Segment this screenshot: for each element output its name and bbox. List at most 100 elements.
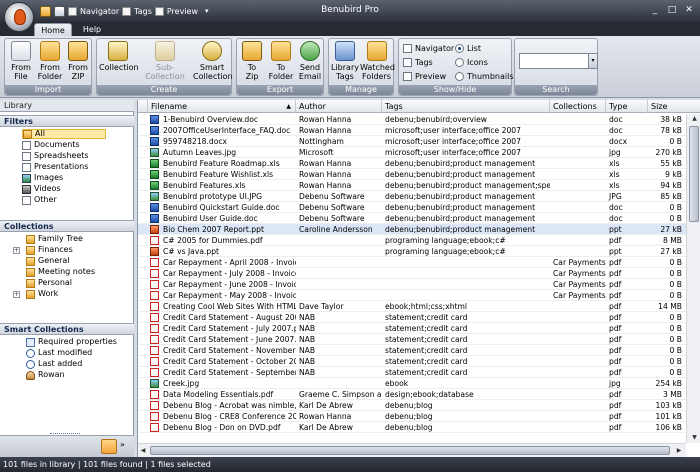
collection-folder-icon <box>26 278 35 288</box>
smart-last-modified[interactable]: Last modified <box>26 348 92 358</box>
close-button[interactable]: ✕ <box>682 4 696 17</box>
table-row[interactable]: Debenu Blog - Don on DVD.pdf Karl De Abre… <box>138 422 686 433</box>
scroll-left-icon[interactable]: ◀ <box>138 446 148 456</box>
smart-collection-button[interactable]: Smart Collection <box>193 41 233 81</box>
header-checkbox-column[interactable] <box>138 100 148 113</box>
search-dropdown-icon[interactable]: ▾ <box>588 53 598 69</box>
smart-required-properties[interactable]: Required properties <box>26 337 117 347</box>
table-row[interactable]: Car Repayment - July 2008 - Invoice.pdf C… <box>138 268 686 279</box>
preview-checkbox[interactable] <box>403 72 412 81</box>
table-row[interactable]: Credit Card Statement - September 200...… <box>138 367 686 378</box>
library-tags-button[interactable]: Library Tags <box>331 41 359 81</box>
smart-collections-heading[interactable]: Smart Collections <box>0 323 134 335</box>
table-row[interactable]: Credit Card Statement - June 2007.pdf NAB… <box>138 334 686 345</box>
expand-finances-icon[interactable]: + <box>13 247 20 254</box>
table-row[interactable]: Debenu Blog - Acrobat was nimble, Acr...… <box>138 400 686 411</box>
collection-button[interactable]: Collection <box>99 41 139 72</box>
table-row[interactable]: C# vs Java.ppt programing language;ebook;… <box>138 246 686 257</box>
smart-last-added[interactable]: Last added <box>26 359 82 369</box>
collection-meeting-notes[interactable]: Meeting notes <box>26 267 95 277</box>
table-row[interactable]: Benubird Quickstart Guide.doc Debenu Soft… <box>138 202 686 213</box>
scroll-right-icon[interactable]: ▶ <box>674 446 684 456</box>
filter-videos[interactable]: Videos <box>22 184 61 194</box>
filters-heading[interactable]: Filters <box>0 115 134 127</box>
app-menu-orb[interactable] <box>4 2 34 32</box>
list-view-radio[interactable] <box>455 44 464 53</box>
column-filename[interactable]: Filename ▲ <box>148 100 296 113</box>
filter-presentations[interactable]: Presentations <box>22 162 88 172</box>
expand-work-icon[interactable]: + <box>13 291 20 298</box>
sub-collection-button[interactable]: Sub-Collection <box>138 41 192 81</box>
cell-collections <box>550 147 606 158</box>
table-row[interactable]: Credit Card Statement - July 2007.pdf NAB… <box>138 323 686 334</box>
filter-other[interactable]: Other <box>22 195 57 205</box>
from-file-button[interactable]: From File <box>8 41 34 81</box>
vertical-scrollbar[interactable]: ▲ ▼ <box>686 114 700 443</box>
collection-work[interactable]: Work <box>26 289 58 299</box>
table-row[interactable]: Car Repayment - April 2008 - Invoice.pdf… <box>138 257 686 268</box>
column-size[interactable]: Size <box>648 100 700 113</box>
filter-spreadsheets[interactable]: Spreadsheets <box>22 151 89 161</box>
to-folder-button[interactable]: To Folder <box>267 41 295 81</box>
collection-personal[interactable]: Personal <box>26 278 72 288</box>
table-row[interactable]: 2007OfficeUserInterface_FAQ.doc Rowan Han… <box>138 125 686 136</box>
column-tags[interactable]: Tags <box>382 100 550 113</box>
table-row[interactable]: Car Repayment - May 2008 - Invoice.pdf Ca… <box>138 290 686 301</box>
table-row[interactable]: Debenu Blog - CRE8 Conference 2008...Row… <box>138 411 686 422</box>
table-row[interactable]: Autumn Leaves.jpg Microsoft microsoft;user… <box>138 147 686 158</box>
column-author[interactable]: Author <box>296 100 382 113</box>
to-zip-button[interactable]: To Zip <box>240 41 264 81</box>
scroll-up-icon[interactable]: ▲ <box>687 114 700 124</box>
scroll-down-icon[interactable]: ▼ <box>687 433 700 443</box>
table-row[interactable]: 1-Benubird Overview.doc Rowan Hanna debenu… <box>138 114 686 125</box>
minimize-button[interactable]: _ <box>648 4 662 17</box>
column-type[interactable]: Type <box>606 100 648 113</box>
collections-heading[interactable]: Collections <box>0 220 134 232</box>
watched-folders-button[interactable]: Watched Folders <box>360 41 395 81</box>
tab-help[interactable]: Help <box>76 23 108 36</box>
horizontal-scrollbar[interactable]: ◀ ▶ <box>138 443 686 457</box>
smart-rowan[interactable]: Rowan <box>26 370 65 380</box>
table-row[interactable]: Credit Card Statement - November 200...N… <box>138 345 686 356</box>
collapse-pane-button[interactable] <box>101 439 117 454</box>
from-zip-button[interactable]: From ZIP <box>66 41 90 81</box>
pdf-file-icon <box>150 423 159 432</box>
pdf-file-icon <box>150 346 159 355</box>
icons-view-radio[interactable] <box>455 58 464 67</box>
table-row[interactable]: Benubird Features.xls Rowan Hanna debenu;b… <box>138 180 686 191</box>
search-input[interactable] <box>519 53 589 69</box>
cell-author: Debenu Software <box>299 192 365 201</box>
table-row[interactable]: Creek.jpg ebook jpg 254 kB <box>138 378 686 389</box>
chevron-right-icon[interactable]: » <box>120 440 125 449</box>
filter-images[interactable]: Images <box>22 173 63 183</box>
horizontal-scroll-thumb[interactable] <box>150 446 670 455</box>
table-row[interactable]: C# 2005 for Dummies.pdf programing langua… <box>138 235 686 246</box>
table-row[interactable]: Benubird User Guide.doc Debenu Software de… <box>138 213 686 224</box>
column-collections[interactable]: Collections <box>550 100 606 113</box>
table-row[interactable]: Benubird Feature Wishlist.xls Rowan Hanna… <box>138 169 686 180</box>
from-folder-button[interactable]: From Folder <box>36 41 64 81</box>
collection-general[interactable]: General <box>26 256 70 266</box>
table-row[interactable]: Car Repayment - June 2008 - Invoice.pdf C… <box>138 279 686 290</box>
table-row[interactable]: Bio Chem 2007 Report.ppt Caroline Anderss… <box>138 224 686 235</box>
table-row[interactable]: Credit Card Statement - August 2007.pdfN… <box>138 312 686 323</box>
splitter-grip[interactable] <box>50 433 80 436</box>
maximize-button[interactable]: □ <box>665 4 679 17</box>
collection-family-tree[interactable]: Family Tree <box>26 234 83 244</box>
send-email-button[interactable]: Send Email <box>297 41 323 81</box>
table-row[interactable]: Benubird prototype UI.JPG Debenu Software… <box>138 191 686 202</box>
table-row[interactable]: Credit Card Statement - October 2007.pdf… <box>138 356 686 367</box>
table-row[interactable]: Benubird Feature Roadmap.xls Rowan Hanna d… <box>138 158 686 169</box>
thumbnails-view-radio[interactable] <box>455 72 464 81</box>
navigator-checkbox[interactable] <box>403 44 412 53</box>
table-row[interactable]: 959748218.docx Nottingham microsoft;user i… <box>138 136 686 147</box>
table-row[interactable]: Creating Cool Web Sites With HTML, X...D… <box>138 301 686 312</box>
vertical-scroll-thumb[interactable] <box>689 126 699 222</box>
filter-all[interactable]: All <box>22 129 106 139</box>
cell-tags: debenu;blog <box>385 412 433 421</box>
table-row[interactable]: Data Modeling Essentials.pdf Graeme C. Si… <box>138 389 686 400</box>
collection-finances[interactable]: Finances <box>26 245 73 255</box>
tab-home[interactable]: Home <box>34 23 72 36</box>
filter-documents[interactable]: Documents <box>22 140 80 150</box>
tags-checkbox[interactable] <box>403 58 412 67</box>
